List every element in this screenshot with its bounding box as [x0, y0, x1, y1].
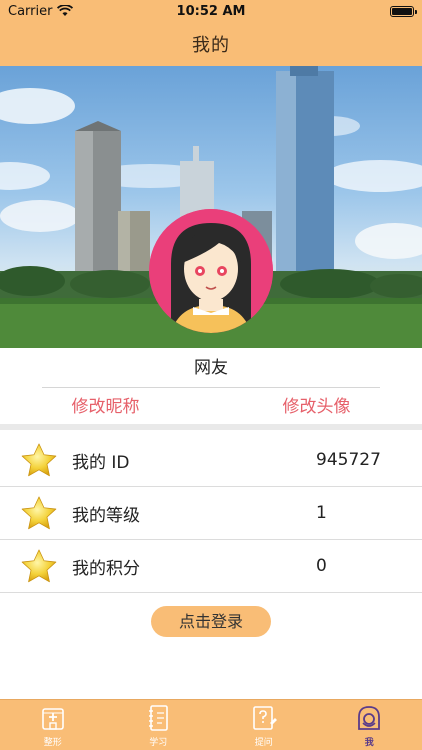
status-time: 10:52 AM — [176, 3, 246, 19]
star-icon — [21, 549, 57, 583]
edit-avatar-button[interactable]: 修改头像 — [211, 393, 422, 421]
nav-bar: 我的 — [0, 22, 422, 66]
tab-label: 提问 — [254, 737, 273, 748]
status-bar: Carrier 10:52 AM — [0, 0, 422, 22]
tab-bar: 整形 学习 提问 我 — [0, 699, 422, 750]
info-label: 我的积分 — [72, 558, 140, 579]
info-label: 我的 ID — [72, 452, 130, 473]
tab-cosmetic[interactable]: 整形 — [0, 700, 106, 750]
info-value: 1 — [316, 503, 327, 523]
tab-label: 我 — [364, 737, 374, 748]
page-title: 我的 — [192, 35, 230, 56]
girl-avatar-icon — [149, 209, 273, 333]
info-row-points: 我的积分 0 — [0, 540, 422, 593]
divider — [42, 387, 380, 388]
tab-label: 学习 — [149, 737, 168, 748]
edit-nickname-button[interactable]: 修改昵称 — [0, 393, 211, 421]
info-list: 我的 ID 945727 我的等级 1 我的积分 0 — [0, 434, 422, 593]
tab-study[interactable]: 学习 — [106, 700, 212, 750]
tab-label: 整形 — [43, 737, 62, 748]
notebook-icon — [149, 704, 169, 731]
battery-icon — [390, 5, 417, 17]
info-value: 0 — [316, 556, 327, 576]
profile-icon — [358, 705, 381, 730]
info-label: 我的等级 — [72, 505, 140, 526]
tab-ask[interactable]: 提问 — [211, 700, 317, 750]
nickname: 网友 — [194, 358, 228, 378]
star-icon — [21, 496, 57, 530]
star-icon — [21, 443, 57, 477]
section-divider — [0, 424, 422, 430]
question-icon — [252, 705, 277, 730]
info-row-level: 我的等级 1 — [0, 487, 422, 540]
profile-actions: 修改昵称 修改头像 — [0, 393, 422, 421]
info-row-id: 我的 ID 945727 — [0, 434, 422, 487]
tab-me[interactable]: 我 — [317, 700, 422, 750]
login-button[interactable]: 点击登录 — [151, 606, 271, 637]
avatar[interactable] — [149, 209, 273, 333]
hospital-icon — [41, 707, 64, 730]
info-value: 945727 — [316, 450, 381, 470]
